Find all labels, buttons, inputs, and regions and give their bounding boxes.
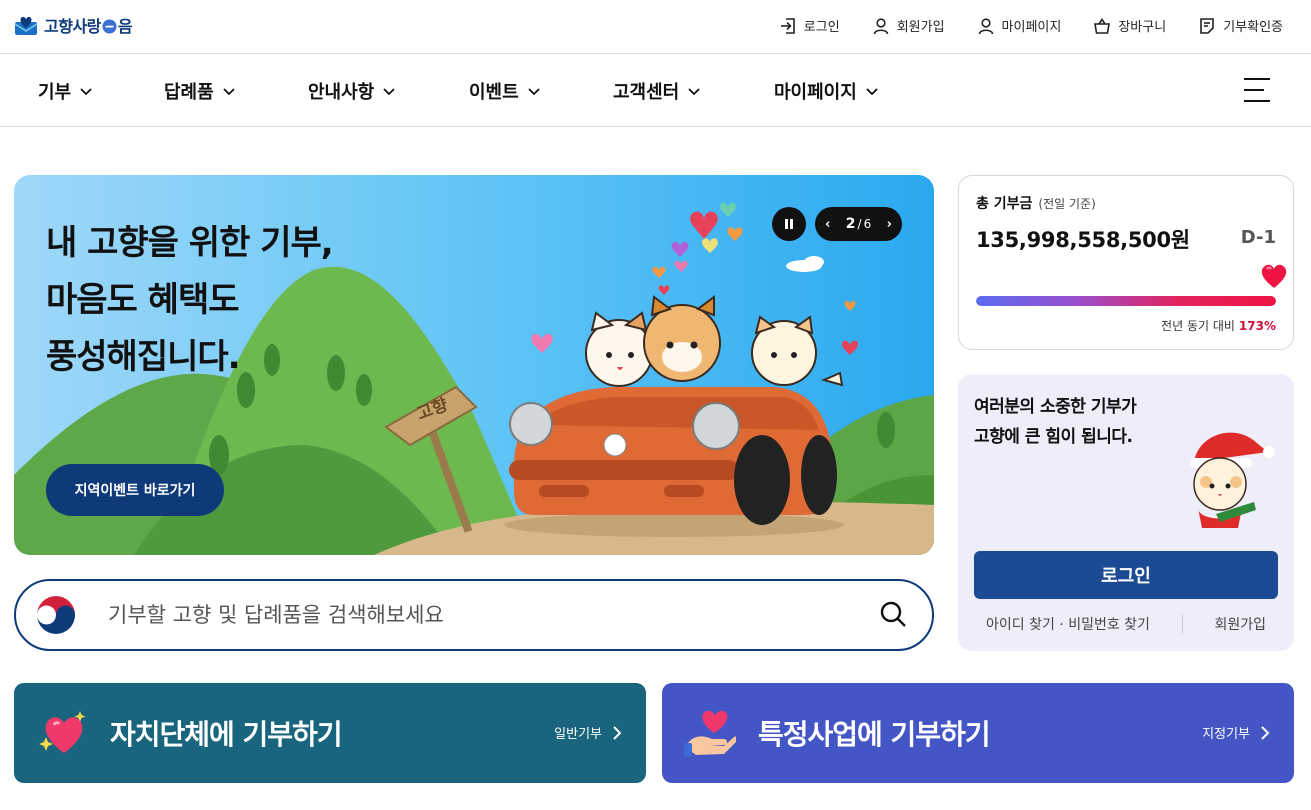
total-donation-heading: 총 기부금 (전일 기준)	[976, 193, 1096, 213]
cta-title: 특정사업에 기부하기	[758, 718, 991, 751]
regional-event-button[interactable]: 지역이벤트 바로가기	[46, 464, 224, 516]
santa-cat-mascot-icon	[1190, 432, 1275, 528]
nav-event[interactable]: 이벤트	[469, 78, 541, 104]
utility-links: 로그인 회원가입 마이페이지 장바구니 기부확인증	[779, 16, 1283, 35]
nav-mypage-label: 마이페이지	[774, 82, 857, 103]
dday-badge: D-1	[1240, 227, 1276, 248]
slider-next-button[interactable]: ›	[887, 217, 892, 232]
cta-title: 자치단체에 기부하기	[110, 718, 343, 751]
person-icon	[873, 17, 888, 34]
slider-pager: ‹ 2 / 6 ›	[815, 207, 902, 241]
logo-text-after: 음	[117, 17, 133, 36]
login-card: 여러분의 소중한 기부가 고향에 큰 힘이 됩니다. 로그인 아이디 찾기 · …	[958, 374, 1294, 651]
chevron-down-icon	[80, 88, 92, 96]
login-message-line: 여러분의 소중한 기부가	[974, 397, 1137, 417]
util-login-link[interactable]: 로그인	[779, 16, 840, 35]
compare-label: 전년 동기 대비	[1161, 319, 1235, 333]
util-cart-link[interactable]: 장바구니	[1093, 16, 1166, 35]
slider-total: 6	[863, 217, 872, 231]
chevron-down-icon	[688, 88, 700, 96]
login-icon	[780, 17, 795, 34]
util-signup-link[interactable]: 회원가입	[872, 16, 945, 35]
search-input[interactable]	[108, 595, 848, 635]
hand-heart-icon	[684, 710, 736, 757]
nav-notice-label: 안내사항	[308, 82, 375, 103]
donation-progress-fill	[976, 296, 1276, 306]
basket-icon	[1094, 17, 1111, 34]
logo-text: 고향사랑 음	[44, 13, 133, 37]
util-signup-label: 회원가입	[896, 20, 945, 35]
donate-project-card[interactable]: 특정사업에 기부하기 지정기부	[662, 683, 1294, 783]
year-over-year: 전년 동기 대비 173%	[1161, 317, 1276, 334]
util-certificate-link[interactable]: 기부확인증	[1198, 16, 1283, 35]
donate-municipality-card[interactable]: 자치단체에 기부하기 일반기부	[14, 683, 646, 783]
chevron-down-icon	[223, 88, 235, 96]
login-links: 아이디 찾기 · 비밀번호 찾기 회원가입	[974, 614, 1278, 634]
total-donation-amount: 135,998,558,500원	[976, 228, 1190, 252]
cta-sub: 일반기부	[554, 723, 622, 742]
taegeuk-emblem-icon	[37, 596, 75, 634]
pause-icon	[785, 219, 793, 229]
nav-donation[interactable]: 기부	[38, 78, 93, 104]
heart-icon	[1261, 264, 1287, 288]
nav-support-label: 고객센터	[613, 82, 680, 103]
cta-sub-label: 일반기부	[554, 727, 602, 742]
nav-gifts[interactable]: 답례품	[164, 78, 236, 104]
hero-title-line: 내 고향을 위한 기부,	[46, 223, 334, 263]
certificate-icon	[1200, 17, 1214, 34]
person-icon	[978, 17, 993, 34]
site-logo[interactable]: 고향사랑 음	[14, 13, 133, 37]
slider-separator: /	[857, 217, 862, 231]
slider-current: 2	[845, 216, 856, 232]
signup-link[interactable]: 회원가입	[1202, 614, 1278, 634]
hero-title: 내 고향을 위한 기부, 마음도 혜택도 풍성해집니다.	[46, 215, 334, 386]
util-login-label: 로그인	[803, 20, 840, 35]
total-donation-sublabel: (전일 기준)	[1038, 197, 1096, 211]
total-donation-label: 총 기부금	[976, 196, 1033, 212]
sparkle-heart-icon	[39, 711, 86, 753]
donation-progress-bar	[976, 296, 1276, 306]
logo-text-before: 고향사랑	[44, 17, 101, 36]
util-certificate-label: 기부확인증	[1223, 20, 1283, 35]
links-divider	[1181, 615, 1183, 633]
chevron-down-icon	[383, 88, 395, 96]
main-nav: 기부 답례품 안내사항 이벤트 고객센터 마이페이지	[0, 54, 1311, 127]
slider-pause-button[interactable]	[772, 207, 806, 241]
login-button[interactable]: 로그인	[974, 551, 1278, 599]
heart-mailbox-icon	[14, 16, 38, 35]
hero-banner[interactable]: 고향 내 고향을 위한 기부, 마음도 혜택도 풍성해집니다. 지역이벤트 바로…	[14, 175, 934, 555]
nav-support[interactable]: 고객센터	[613, 78, 701, 104]
total-donation-card: 총 기부금 (전일 기준) 135,998,558,500원 D-1 전년 동기 …	[958, 175, 1294, 350]
util-mypage-link[interactable]: 마이페이지	[977, 16, 1062, 35]
chevron-down-icon	[528, 88, 540, 96]
hero-title-line: 풍성해집니다.	[46, 337, 241, 377]
nav-donation-label: 기부	[38, 82, 72, 103]
nav-gifts-label: 답례품	[164, 82, 214, 103]
search-icon[interactable]	[878, 599, 908, 629]
login-message: 여러분의 소중한 기부가 고향에 큰 힘이 됩니다.	[974, 392, 1137, 452]
menu-hamburger-icon[interactable]	[1244, 77, 1272, 103]
top-utility-bar: 고향사랑 음 로그인 회원가입 마이페이지 장바구니 기부확인증	[0, 0, 1311, 54]
login-message-line: 고향에 큰 힘이 됩니다.	[974, 427, 1133, 447]
cta-sub: 지정기부	[1202, 723, 1270, 742]
compare-percent: 173%	[1238, 319, 1276, 333]
search-bar	[14, 579, 934, 651]
cta-sub-label: 지정기부	[1202, 727, 1250, 742]
nav-event-label: 이벤트	[469, 82, 519, 103]
chevron-down-icon	[866, 88, 878, 96]
find-id-password-link[interactable]: 아이디 찾기 · 비밀번호 찾기	[974, 614, 1162, 634]
chevron-right-icon	[1261, 725, 1270, 740]
nav-mypage[interactable]: 마이페이지	[774, 78, 879, 104]
slider-counter: 2 / 6	[846, 216, 871, 232]
nav-notice[interactable]: 안내사항	[308, 78, 396, 104]
chevron-right-icon	[613, 725, 622, 740]
logo-e-circle-icon	[102, 19, 117, 34]
util-cart-label: 장바구니	[1118, 20, 1167, 35]
util-mypage-label: 마이페이지	[1001, 20, 1062, 35]
hero-title-line: 마음도 혜택도	[46, 280, 240, 320]
slider-prev-button[interactable]: ‹	[825, 217, 830, 232]
